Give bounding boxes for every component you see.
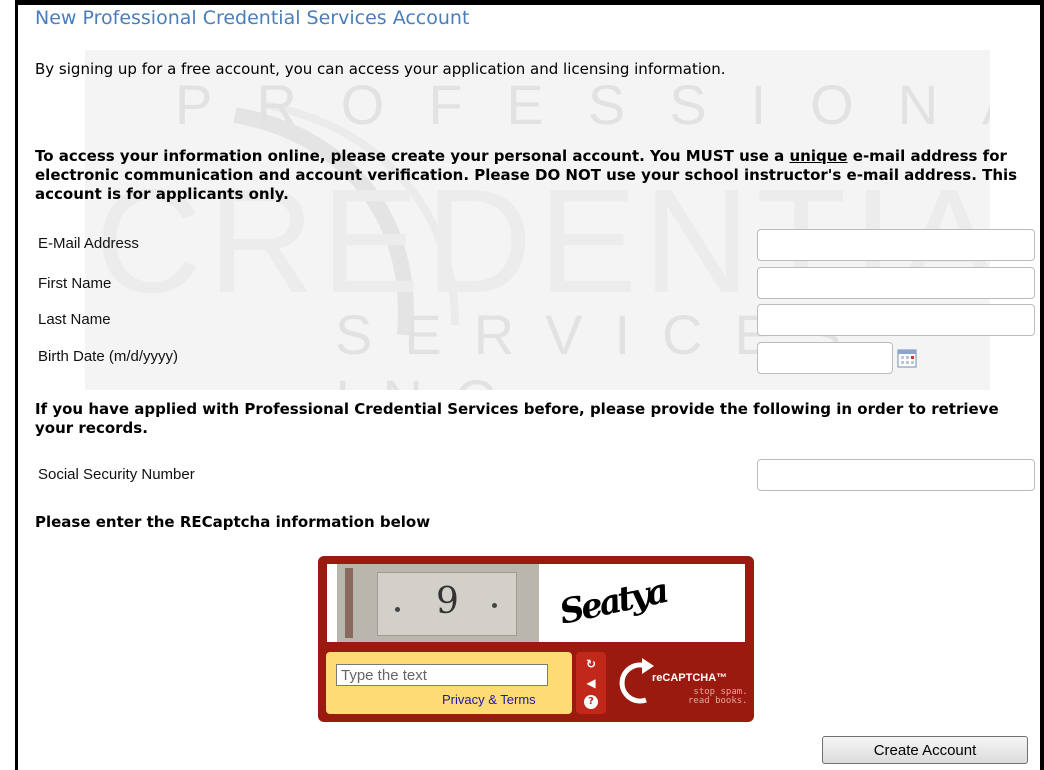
page-title: New Professional Credential Services Acc… xyxy=(35,7,470,29)
instructions-emphasis: unique xyxy=(789,147,848,165)
help-icon[interactable]: ? xyxy=(584,695,598,709)
privacy-terms-link[interactable]: Privacy & Terms xyxy=(442,692,536,707)
captcha-controls: ↻ ◀ ? xyxy=(576,652,606,714)
birth-date-label: Birth Date (m/d/yyyy) xyxy=(38,348,179,365)
ssn-label: Social Security Number xyxy=(38,466,195,483)
create-account-button[interactable]: Create Account xyxy=(822,736,1028,764)
first-name-label: First Name xyxy=(38,275,112,292)
email-field[interactable] xyxy=(757,229,1035,261)
last-name-label: Last Name xyxy=(38,311,111,328)
recaptcha-tagline-line-2: read books. xyxy=(688,696,748,706)
recaptcha-logo: reCAPTCHA™ stop spam. read books. xyxy=(616,654,748,716)
account-instructions: To access your information online, pleas… xyxy=(35,147,1025,204)
captcha-answer-box: Privacy & Terms xyxy=(326,652,572,714)
recaptcha-tagline: stop spam. read books. xyxy=(688,688,748,706)
calendar-icon[interactable] xyxy=(897,348,917,368)
captcha-photo-edge xyxy=(345,568,353,638)
birth-date-field[interactable] xyxy=(757,342,893,374)
captcha-heading: Please enter the RECaptcha information b… xyxy=(35,513,431,531)
reload-icon[interactable]: ↻ xyxy=(583,656,599,672)
recaptcha-logo-text: reCAPTCHA™ xyxy=(652,672,728,684)
captcha-plate-dot xyxy=(395,607,400,612)
captcha-plate-dot xyxy=(492,603,497,608)
recaptcha-arrow-icon xyxy=(619,658,654,704)
last-name-field[interactable] xyxy=(757,304,1035,336)
captcha-image: 9 Seatya xyxy=(327,564,745,642)
captcha-photo: 9 xyxy=(337,564,539,642)
instructions-part-1: To access your information online, pleas… xyxy=(35,147,790,165)
prior-records-note: If you have applied with Professional Cr… xyxy=(35,400,999,437)
email-label: E-Mail Address xyxy=(38,235,139,252)
first-name-field[interactable] xyxy=(757,267,1035,299)
captcha-digit: 9 xyxy=(436,581,459,622)
recaptcha-widget: 9 Seatya Privacy & Terms ↻ ◀ ? reCAPTCHA… xyxy=(318,556,754,722)
signup-form-page: New Professional Credential Services Acc… xyxy=(0,0,1044,770)
ssn-field[interactable] xyxy=(757,459,1035,491)
captcha-number-plate: 9 xyxy=(377,572,517,636)
captcha-response-input[interactable] xyxy=(336,664,548,686)
intro-text: By signing up for a free account, you ca… xyxy=(35,60,726,78)
audio-icon[interactable]: ◀ xyxy=(583,675,599,691)
captcha-word: Seatya xyxy=(556,571,670,633)
